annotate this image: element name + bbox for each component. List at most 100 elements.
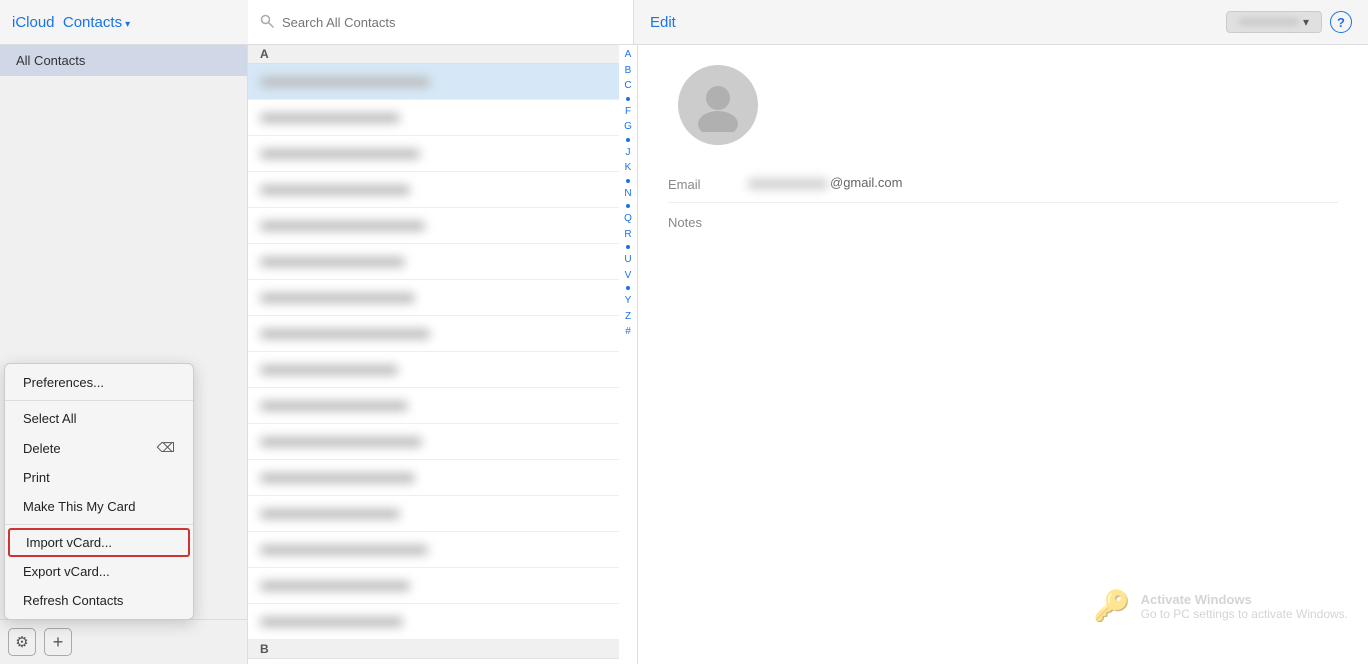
context-menu-item-make-my-card[interactable]: Make This My Card <box>5 492 193 521</box>
help-button[interactable]: ? <box>1330 11 1352 33</box>
alpha-a[interactable]: A <box>625 47 632 63</box>
contact-name <box>260 473 415 483</box>
contact-row[interactable] <box>248 659 619 664</box>
contact-row[interactable] <box>248 568 619 604</box>
alpha-dot-1[interactable] <box>626 97 630 101</box>
alpha-k[interactable]: K <box>625 160 632 176</box>
alpha-hash[interactable]: # <box>625 324 631 340</box>
email-blurred-part <box>748 179 828 189</box>
edit-label: Edit <box>650 14 676 31</box>
contact-name <box>260 113 400 123</box>
contact-row[interactable] <box>248 244 619 280</box>
contact-name <box>260 149 420 159</box>
action-dropdown-button[interactable]: ▾ <box>1226 11 1322 33</box>
context-menu: Preferences... Select All Delete ⌫ Print… <box>4 363 194 620</box>
avatar <box>678 65 758 145</box>
alpha-dot-6[interactable] <box>626 286 630 290</box>
detail-panel: Email @gmail.com Notes 🔑 Activate Window… <box>638 45 1368 664</box>
contact-name <box>260 437 422 447</box>
windows-key-icon: 🔑 <box>1093 589 1130 624</box>
activate-windows-subtitle: Go to PC settings to activate Windows. <box>1141 607 1348 621</box>
context-menu-separator-1 <box>5 400 193 401</box>
add-icon: + <box>53 632 64 653</box>
gear-icon: ⚙ <box>15 633 28 651</box>
alpha-y[interactable]: Y <box>625 293 632 309</box>
alpha-f[interactable]: F <box>625 104 631 120</box>
sidebar-item-all-contacts[interactable]: All Contacts <box>0 45 247 76</box>
sidebar-footer: ⚙ + <box>0 619 247 664</box>
context-menu-item-print[interactable]: Print <box>5 463 193 492</box>
top-bar-actions: ▾ ? <box>1226 11 1352 33</box>
contact-name <box>260 77 430 87</box>
alpha-c[interactable]: C <box>624 78 631 94</box>
email-value: @gmail.com <box>748 175 1338 190</box>
context-menu-item-export-vcard[interactable]: Export vCard... <box>5 557 193 586</box>
context-menu-item-delete[interactable]: Delete ⌫ <box>5 433 193 463</box>
email-label: Email <box>668 175 748 192</box>
brand-area: iCloud Contacts▾ <box>0 14 248 31</box>
context-menu-item-refresh-contacts[interactable]: Refresh Contacts <box>5 586 193 615</box>
contact-row[interactable] <box>248 388 619 424</box>
contact-row[interactable] <box>248 208 619 244</box>
contact-row[interactable] <box>248 532 619 568</box>
sidebar: All Contacts Preferences... Select All D… <box>0 45 248 664</box>
context-menu-item-preferences[interactable]: Preferences... <box>5 368 193 397</box>
alpha-z[interactable]: Z <box>625 309 631 325</box>
notes-row: Notes <box>668 203 1338 240</box>
alpha-r[interactable]: R <box>624 227 631 243</box>
search-bar <box>248 0 634 44</box>
contact-row[interactable] <box>248 352 619 388</box>
contact-row[interactable] <box>248 604 619 640</box>
contact-name <box>260 509 400 519</box>
contacts-list: A <box>248 45 638 664</box>
contact-row[interactable] <box>248 100 619 136</box>
contact-row[interactable] <box>248 460 619 496</box>
alpha-dot-4[interactable] <box>626 204 630 208</box>
alpha-n[interactable]: N <box>624 186 631 202</box>
contact-name <box>260 581 410 591</box>
avatar-icon <box>691 78 745 132</box>
email-row: Email @gmail.com <box>668 165 1338 203</box>
alpha-dot-2[interactable] <box>626 138 630 142</box>
activate-windows-text: Activate Windows Go to PC settings to ac… <box>1141 592 1348 621</box>
contacts-scroll[interactable]: A <box>248 45 619 664</box>
search-input[interactable] <box>282 15 621 30</box>
dropdown-arrow-icon: ▾ <box>1303 15 1309 29</box>
alpha-dot-5[interactable] <box>626 245 630 249</box>
top-bar-right: Edit ▾ ? <box>634 11 1368 33</box>
contact-row[interactable] <box>248 64 619 100</box>
icloud-brand: iCloud <box>12 14 55 31</box>
alpha-u[interactable]: U <box>624 252 631 268</box>
contact-name <box>260 329 430 339</box>
contact-row[interactable] <box>248 136 619 172</box>
app-name-label[interactable]: Contacts <box>63 14 122 31</box>
contact-name <box>260 185 410 195</box>
context-menu-item-import-vcard[interactable]: Import vCard... <box>8 528 190 557</box>
section-header-b: B <box>248 640 619 659</box>
section-header-a: A <box>248 45 619 64</box>
contact-name <box>260 401 408 411</box>
contact-row[interactable] <box>248 496 619 532</box>
context-menu-separator-2 <box>5 524 193 525</box>
alpha-v[interactable]: V <box>625 268 632 284</box>
contact-name <box>260 293 415 303</box>
context-menu-item-select-all[interactable]: Select All <box>5 404 193 433</box>
contact-row[interactable] <box>248 172 619 208</box>
alpha-j[interactable]: J <box>626 145 631 161</box>
contact-row[interactable] <box>248 280 619 316</box>
app-dropdown-arrow[interactable]: ▾ <box>125 19 130 30</box>
add-contact-button[interactable]: + <box>44 628 72 656</box>
contact-name <box>260 617 403 627</box>
alpha-g[interactable]: G <box>624 119 632 135</box>
avatar-area <box>668 65 1338 145</box>
alpha-q[interactable]: Q <box>624 211 632 227</box>
delete-icon: ⌫ <box>157 440 175 456</box>
alpha-dot-3[interactable] <box>626 179 630 183</box>
contact-name <box>260 545 428 555</box>
main-content: All Contacts Preferences... Select All D… <box>0 45 1368 664</box>
alpha-b[interactable]: B <box>625 63 632 79</box>
contact-row[interactable] <box>248 424 619 460</box>
notes-label: Notes <box>668 213 748 230</box>
gear-button[interactable]: ⚙ <box>8 628 36 656</box>
contact-row[interactable] <box>248 316 619 352</box>
